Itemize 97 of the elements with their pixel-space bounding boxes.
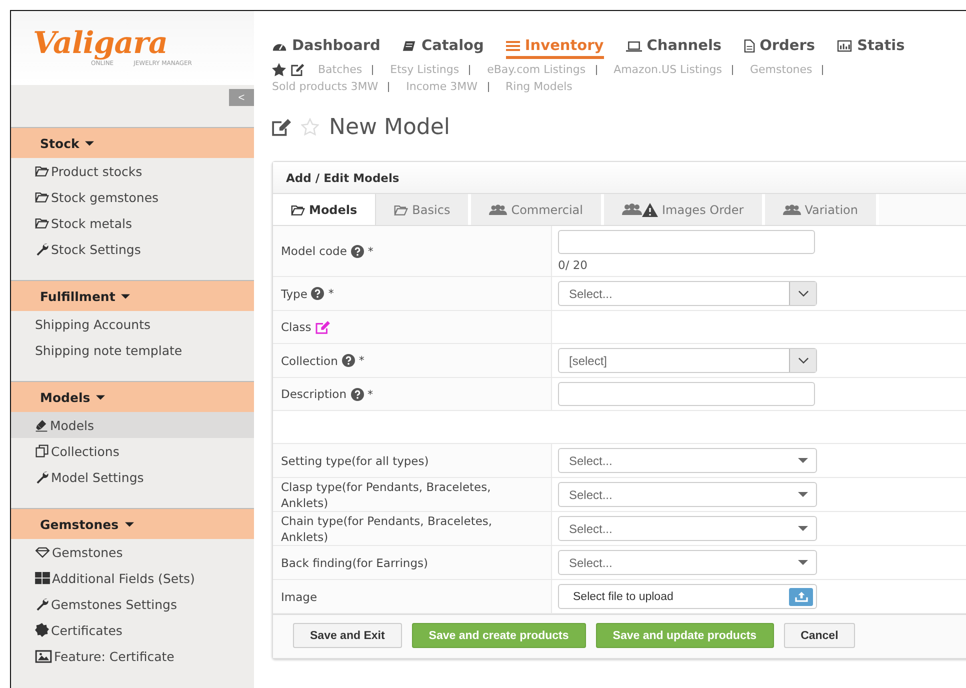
file-icon — [744, 39, 755, 53]
grid-icon — [35, 572, 50, 584]
sidebar-item[interactable]: Shipping Accounts — [11, 311, 254, 337]
help-icon[interactable] — [350, 388, 364, 400]
menu-icon — [506, 40, 520, 52]
section-header[interactable]: Gemstones — [11, 509, 254, 539]
upload-icon[interactable] — [789, 588, 813, 606]
caret-icon — [798, 458, 808, 463]
form-tab[interactable]: Images Order — [604, 194, 765, 225]
field-label: Clasp type(for Pendants, Braceletes, Anklets) — [281, 478, 492, 510]
field-label: Chain type(for Pendants, Braceletes, Anklets) — [281, 512, 494, 544]
sidebar-item[interactable]: Certificates — [11, 617, 254, 643]
required-mark: * — [368, 388, 373, 400]
nav-tab[interactable]: Statis — [837, 38, 905, 59]
users-icon — [782, 204, 801, 216]
certificate-icon — [35, 623, 49, 637]
select-field[interactable]: Select... — [558, 281, 817, 306]
help-icon[interactable] — [342, 354, 355, 367]
caret-icon — [96, 394, 106, 400]
caret-icon — [124, 522, 134, 526]
folder-icon — [35, 191, 49, 203]
select-field[interactable]: Select... — [558, 550, 817, 575]
select-field[interactable]: Select... — [558, 448, 817, 473]
text-field[interactable] — [558, 382, 815, 406]
chart-icon — [837, 40, 852, 52]
form-tab[interactable]: Variation — [764, 194, 879, 225]
action-button[interactable]: Save and Exit — [293, 623, 402, 648]
sidebar-item[interactable]: Gemstones Settings — [11, 591, 254, 617]
char-counter: 0/ 20 — [558, 258, 588, 272]
required-mark: * — [328, 287, 334, 300]
wrench-icon — [35, 597, 49, 611]
sidebar-item[interactable]: Additional Fields (Sets) — [11, 565, 254, 591]
folder-icon — [35, 165, 49, 177]
panel-header: Add / Edit Models — [273, 162, 966, 194]
nav-tab[interactable]: Orders — [744, 38, 816, 59]
form-tab[interactable]: Basics — [376, 194, 472, 225]
book-icon — [402, 40, 416, 52]
field-label: Image — [281, 588, 318, 604]
chevron-icon[interactable] — [789, 282, 816, 305]
text-field[interactable] — [558, 230, 815, 254]
sidebar-item[interactable]: Stock gemstones — [11, 184, 254, 210]
edit-icon[interactable] — [291, 62, 305, 76]
caret-icon — [121, 294, 130, 298]
action-button[interactable]: Cancel — [784, 623, 856, 648]
select-field[interactable]: Select... — [558, 482, 817, 507]
folder-icon — [394, 204, 408, 216]
form-tab[interactable]: Commercial — [471, 194, 604, 225]
folder-icon — [291, 204, 305, 216]
wrench-icon — [35, 242, 49, 256]
image-icon — [35, 650, 52, 662]
section-header[interactable]: Models — [11, 382, 254, 412]
file-upload-field[interactable]: Select file to upload — [558, 584, 817, 609]
form-tab[interactable]: Models — [273, 194, 376, 225]
sidebar-item[interactable]: Gemstones — [11, 539, 254, 565]
field-label: Setting type(for all types) — [281, 452, 429, 468]
edit-icon — [272, 118, 291, 136]
field-label: Description — [281, 386, 346, 402]
help-icon[interactable] — [311, 287, 324, 300]
sidebar-item[interactable]: Feature: Certificate — [11, 643, 254, 669]
star-icon[interactable] — [272, 62, 286, 76]
select-field[interactable]: Select... — [558, 516, 817, 541]
nav-tab[interactable]: Channels — [626, 38, 722, 59]
section-header[interactable]: Stock — [11, 128, 254, 158]
sidebar-item[interactable]: Models — [11, 412, 254, 438]
nav-tab[interactable]: Catalog — [402, 38, 484, 59]
caret-icon — [798, 526, 808, 531]
copy-icon — [35, 444, 49, 458]
sidebar-item[interactable]: Stock Settings — [11, 236, 254, 262]
caret-icon — [798, 560, 808, 565]
users-warning-icon — [622, 202, 658, 216]
sidebar-item[interactable]: Stock metals — [11, 210, 254, 236]
select-field[interactable]: [select] — [558, 348, 817, 373]
sidebar-item[interactable]: Product stocks — [11, 158, 254, 184]
laptop-icon — [626, 40, 642, 52]
folder-icon — [35, 217, 49, 229]
diamond-icon — [35, 546, 50, 558]
sidebar-item[interactable]: Collections — [11, 438, 254, 464]
required-mark: * — [368, 244, 374, 258]
users-icon — [489, 204, 508, 216]
sidebar-item[interactable]: Model Settings — [11, 464, 254, 490]
nav-tab[interactable]: Dashboard — [272, 38, 380, 59]
field-label: Model code — [281, 243, 347, 259]
caret-icon — [85, 140, 94, 146]
wrench-icon — [35, 470, 49, 484]
section-header[interactable]: Fulfillment — [11, 281, 254, 311]
caret-icon — [798, 492, 808, 497]
field-label: Collection — [281, 352, 338, 368]
field-label: Class — [281, 319, 312, 335]
page-title: New Model — [329, 114, 450, 140]
chevron-icon[interactable] — [789, 349, 816, 372]
help-icon[interactable] — [350, 244, 364, 258]
sidebar-item[interactable]: Shipping note template — [11, 337, 254, 363]
field-label: Back finding(for Earrings) — [281, 554, 428, 570]
pen-icon — [35, 418, 48, 432]
field-label: Type — [281, 286, 308, 302]
required-mark: * — [358, 354, 364, 367]
star-outline-icon[interactable] — [301, 118, 319, 136]
